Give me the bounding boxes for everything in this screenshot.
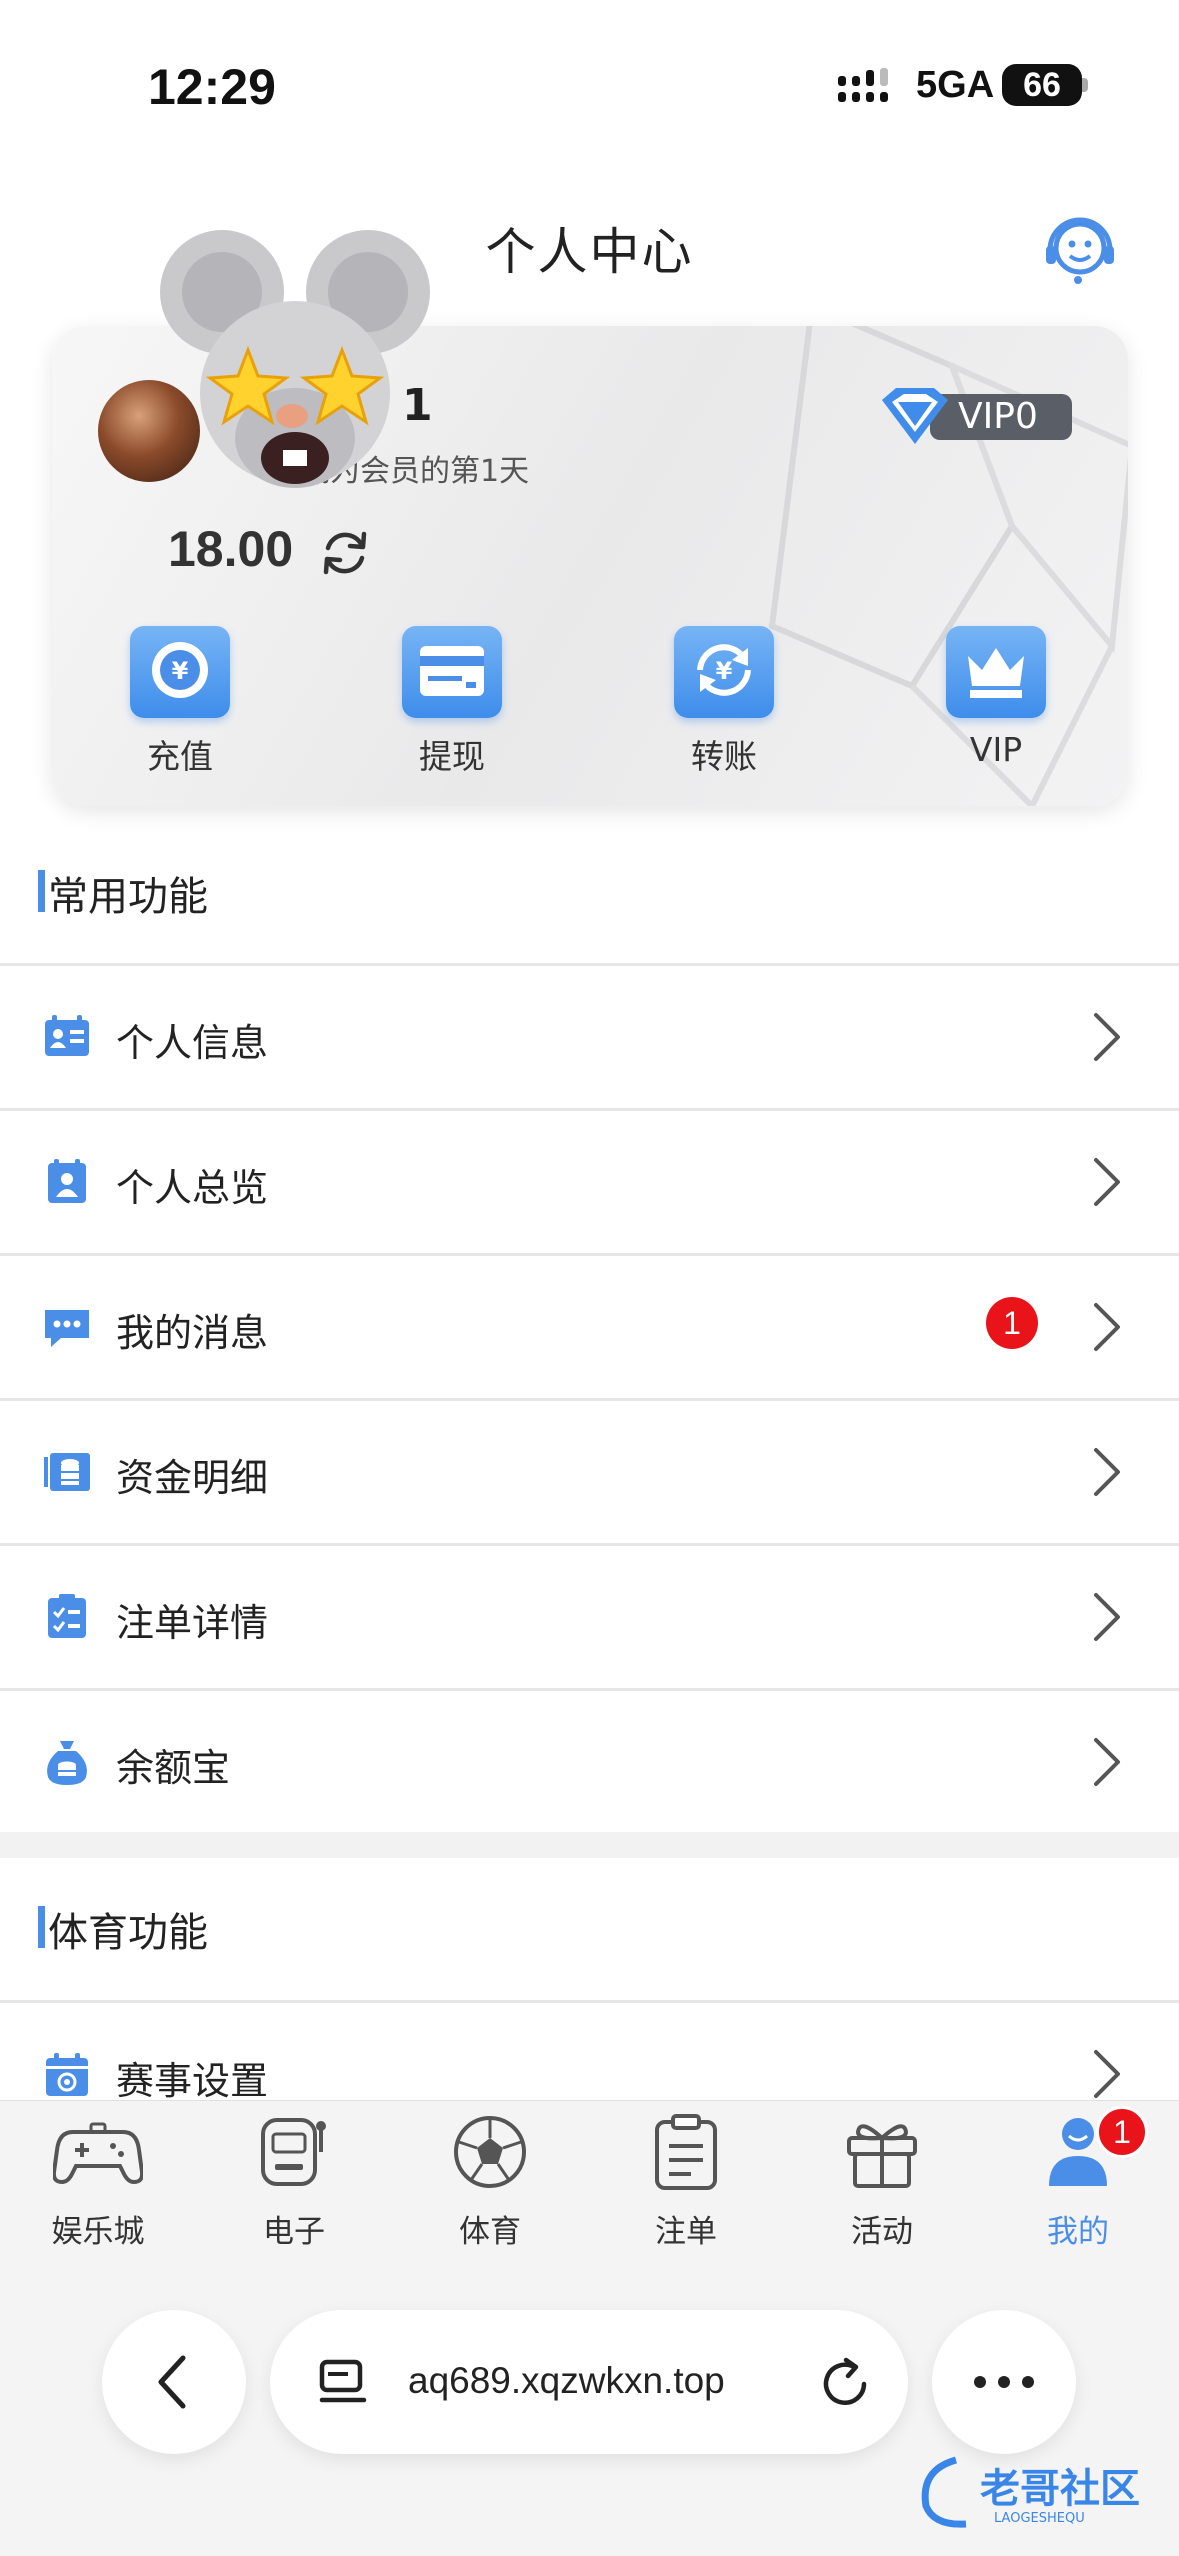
section-gap <box>0 1832 1179 1858</box>
section-marker <box>38 870 45 912</box>
watermark-logo: 老哥社区 LAOGESHEQU <box>921 2456 1140 2528</box>
quick-action-withdraw[interactable]: 提现 <box>362 626 502 776</box>
transfer-yen-icon: ¥ <box>674 626 774 718</box>
chevron-right-icon <box>1094 2050 1120 2098</box>
svg-text:¥: ¥ <box>172 657 189 685</box>
battery-tip <box>1082 78 1088 92</box>
chevron-right-icon <box>1094 1593 1120 1641</box>
row-label: 个人信息 <box>116 1021 269 1065</box>
tab-label: 注单 <box>655 2214 717 2250</box>
tab-label: 活动 <box>851 2214 913 2250</box>
quick-action-label: 提现 <box>419 737 485 776</box>
tab-label: 体育 <box>459 2214 521 2250</box>
balance-amount: 18.00 <box>168 521 294 577</box>
watermark-subtext: LAOGESHEQU <box>994 2511 1085 2526</box>
profile-overview-icon <box>48 1159 86 1203</box>
section-title-common: 常用功能 <box>48 874 208 920</box>
message-icon <box>45 1310 89 1347</box>
mouse-sticker <box>160 230 430 488</box>
gift-icon <box>847 2124 917 2188</box>
tab-label: 电子 <box>263 2214 325 2250</box>
more-dots-icon <box>974 2376 1034 2388</box>
quick-action-label: 转账 <box>691 737 757 776</box>
soccer-ball-icon <box>454 2116 526 2188</box>
chevron-right-icon <box>1094 1448 1120 1496</box>
message-count-badge: 1 <box>986 1297 1038 1349</box>
status-time: 12:29 <box>148 59 276 115</box>
svg-text:¥: ¥ <box>716 657 733 685</box>
chevron-right-icon <box>1094 1303 1120 1351</box>
slot-machine-icon <box>261 2118 326 2186</box>
vip-level: VIP0 <box>958 396 1038 437</box>
battery-indicator: 66 <box>1002 64 1082 106</box>
row-label: 资金明细 <box>116 1456 269 1500</box>
row-label: 余额宝 <box>116 1746 231 1790</box>
tab-label: 我的 <box>1047 2214 1109 2250</box>
vip-crown-icon <box>946 626 1046 718</box>
quick-action-vip[interactable]: VIP <box>906 626 1046 776</box>
bet-detail-icon <box>48 1594 86 1638</box>
browser-more-button[interactable] <box>932 2310 1076 2454</box>
url-text: aq689.xqzwkxn.top <box>408 2360 725 2401</box>
chevron-right-icon <box>1094 1013 1120 1061</box>
id-card-icon <box>45 1015 89 1056</box>
chevron-right-icon <box>1094 1158 1120 1206</box>
row-label: 我的消息 <box>116 1311 269 1355</box>
url-bar[interactable]: aq689.xqzwkxn.top <box>270 2310 908 2454</box>
network-type: 5GA <box>916 64 995 106</box>
money-bag-icon <box>47 1741 87 1785</box>
refresh-icon[interactable] <box>318 526 372 580</box>
tab-notification-badge: 1 <box>1096 2106 1148 2158</box>
chevron-right-icon <box>1094 1738 1120 1786</box>
quick-action-label: VIP <box>969 730 1023 769</box>
chevron-left-icon <box>158 2355 186 2409</box>
reload-icon[interactable] <box>816 2354 874 2412</box>
watermark-text: 老哥社区 <box>980 2466 1140 2512</box>
row-label: 赛事设置 <box>116 2059 269 2103</box>
event-calendar-icon <box>46 2053 88 2096</box>
browser-back-button[interactable] <box>102 2310 246 2454</box>
reader-mode-icon[interactable] <box>316 2356 370 2410</box>
section-title-sports: 体育功能 <box>48 1910 208 1956</box>
withdraw-card-icon <box>402 626 502 718</box>
signal-icon <box>838 68 888 102</box>
section-marker <box>38 1906 45 1948</box>
clipboard-icon <box>655 2114 717 2190</box>
quick-action-label: 充值 <box>147 737 213 776</box>
tab-label: 娱乐城 <box>51 2214 145 2250</box>
row-label: 个人总览 <box>116 1166 269 1210</box>
quick-action-deposit[interactable]: ¥ 充值 <box>90 626 230 776</box>
gamepad-icon <box>53 2122 143 2185</box>
quick-action-transfer[interactable]: ¥ 转账 <box>634 626 774 776</box>
deposit-yen-icon: ¥ <box>130 626 230 718</box>
customer-service-icon[interactable] <box>1040 210 1120 290</box>
diamond-icon <box>882 388 948 444</box>
funds-detail-icon <box>44 1453 90 1491</box>
row-label: 注单详情 <box>116 1601 269 1645</box>
